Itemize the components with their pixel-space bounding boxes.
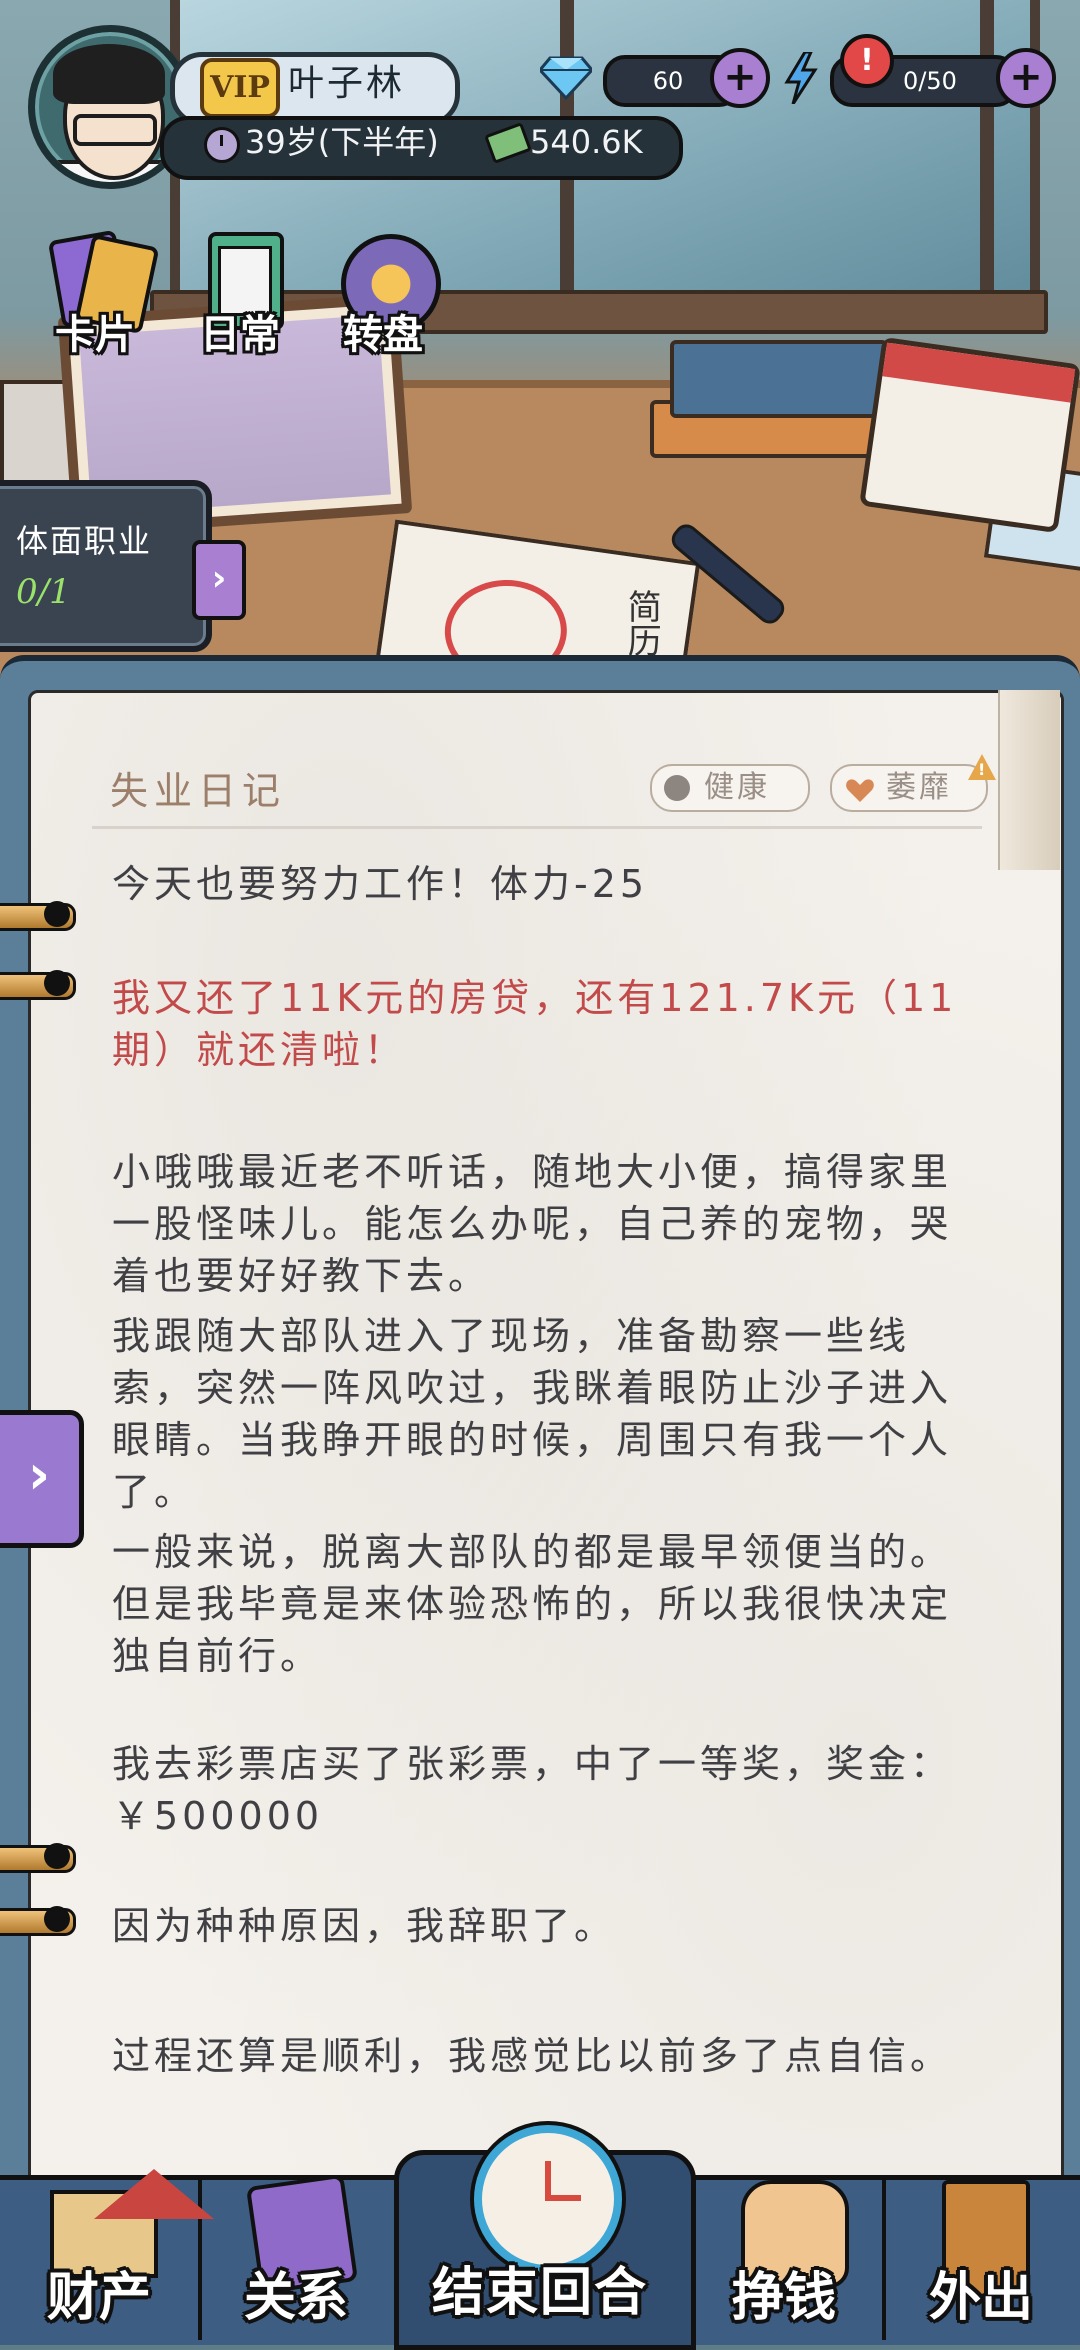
daily-label: 日常	[200, 312, 280, 358]
side-expand-button[interactable]: ›	[0, 1410, 84, 1548]
nav-earn-money-label: 挣钱	[731, 2268, 836, 2328]
heartbeat-icon	[664, 775, 690, 801]
heart-icon	[846, 778, 874, 802]
wheel-button[interactable]: 转盘	[323, 230, 443, 360]
diary-entry-mortgage: 我又还了11K元的房贷，还有121.7K元（11期）就还清啦！	[112, 976, 958, 1072]
nav-relations-label: 关系	[243, 2268, 348, 2328]
alert-icon[interactable]: !	[840, 34, 894, 88]
player-age: 39岁(下半年)	[245, 123, 439, 161]
player-name: 叶子林	[288, 63, 406, 104]
diamond-icon	[540, 56, 592, 100]
end-turn-label: 结束回合	[431, 2263, 648, 2323]
window-bar	[980, 0, 994, 320]
mood-tag[interactable]: 萎靡	[830, 764, 988, 812]
player-money: 540.6K	[530, 123, 643, 161]
diary-entry: 今天也要努力工作！体力-25	[112, 862, 649, 906]
diary-title: 失业日记	[110, 769, 287, 813]
career-progress: 0/1	[16, 572, 71, 612]
vip-badge[interactable]: VIP	[200, 58, 280, 118]
clock-icon	[204, 127, 240, 163]
health-tag[interactable]: 健康	[650, 764, 810, 812]
career-panel[interactable]	[0, 480, 212, 652]
add-energy-button[interactable]: +	[996, 48, 1056, 108]
wheel-label: 转盘	[343, 312, 423, 358]
nav-assets-label: 财产	[46, 2268, 151, 2328]
add-gems-button[interactable]: +	[710, 48, 770, 108]
mood-label: 萎靡	[886, 770, 952, 805]
nav-go-out[interactable]: 外出	[882, 2180, 1080, 2340]
nav-assets[interactable]: 财产	[0, 2169, 214, 2340]
career-arrow-button[interactable]: ›	[192, 540, 246, 620]
cards-button[interactable]: 卡片	[35, 229, 160, 360]
diary-entry: 一般来说，脱离大部队的都是最早领便当的。但是我毕竟是来体验恐怖的，所以我很快决定…	[112, 1530, 953, 1678]
diary-divider	[92, 826, 982, 829]
nav-relations[interactable]: 关系	[198, 2173, 398, 2340]
cards-label: 卡片	[55, 312, 135, 358]
books-icon	[650, 320, 888, 470]
nav-go-out-label: 外出	[928, 2268, 1033, 2328]
diary-entry: 因为种种原因，我辞职了。	[112, 1904, 617, 1948]
diary-entry: 我去彩票店买了张彩票，中了一等奖，奖金：￥500000	[112, 1742, 953, 1838]
resume-label: 简历	[621, 588, 662, 657]
nav-earn-money[interactable]: 挣钱	[686, 2180, 886, 2340]
career-title: 体面职业	[16, 522, 153, 560]
diary-entry: 小哦哦最近老不听话，随地大小便，搞得家里一股怪味儿。能怎么办呢，自己养的宠物，哭…	[112, 1150, 953, 1298]
lightning-icon	[784, 52, 818, 104]
health-label: 健康	[704, 770, 770, 805]
diary-entry: 过程还算是顺利，我感觉比以前多了点自信。	[112, 2034, 953, 2078]
warning-icon	[968, 754, 996, 780]
daily-button[interactable]: 日常	[180, 230, 300, 360]
diary-entry: 我跟随大部队进入了现场，准备勘察一些线索，突然一阵风吹过，我眯着眼防止沙子进入眼…	[112, 1314, 953, 1514]
page-curl	[998, 690, 1060, 870]
calendar-icon[interactable]	[859, 336, 1080, 534]
